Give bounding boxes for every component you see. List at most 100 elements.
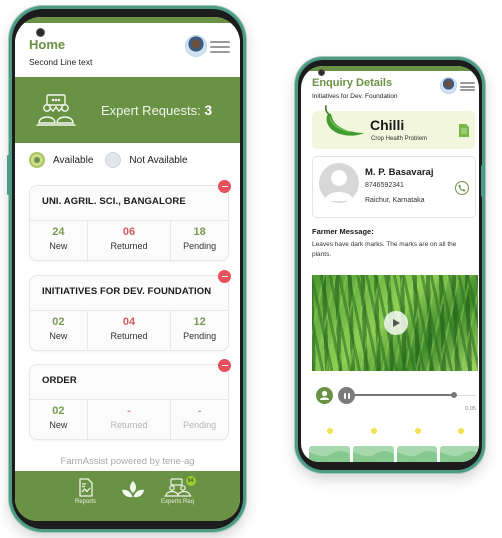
nav-experts-req[interactable]: 04 Experts Req (161, 476, 196, 505)
phone-icon (458, 184, 466, 192)
stat-value: 04 (122, 316, 136, 328)
phone-side-button (243, 190, 246, 228)
stat-value: 06 (122, 226, 136, 238)
footer-brand: FarmAssist powered by tene-ag (60, 456, 195, 467)
stat-new[interactable]: 02 New (30, 311, 88, 350)
crop-video[interactable] (312, 275, 478, 371)
audio-scrubber[interactable] (450, 392, 457, 398)
org-stats: 02 New - Returned - Pending (30, 399, 228, 439)
message-title: Farmer Message: (312, 227, 374, 236)
stat-returned[interactable]: 06 Returned (88, 221, 172, 260)
page-title: Enquiry Details (312, 77, 393, 89)
farmer-card: M. P. Basavaraj 8746592341 Raichur, Karn… (312, 156, 476, 218)
stat-label: Returned (110, 331, 148, 341)
message-text: Leaves have dark marks. The marks are on… (312, 241, 457, 258)
chilli-icon (324, 105, 364, 136)
stat-label: New (49, 331, 68, 341)
remove-org-button[interactable] (218, 180, 231, 193)
org-card[interactable]: ORDER 02 New - Returned - Pending (29, 359, 231, 440)
hamburger-menu-icon[interactable] (210, 41, 230, 53)
image-thumbnail[interactable] (396, 428, 438, 462)
farmer-phone: 8746592341 (365, 182, 404, 189)
stat-value: - (197, 405, 202, 417)
image-thumbnail[interactable] (440, 428, 479, 462)
nav-label: Experts Req (161, 499, 195, 505)
user-silhouette-icon (325, 170, 353, 201)
org-stats: 24 New 06 Returned 18 Pending (30, 220, 228, 260)
bottom-nav: Reports 04 Experts Req (15, 471, 240, 521)
stat-new[interactable]: 24 New (30, 221, 88, 260)
not-available-label: Not Available (129, 154, 188, 166)
available-radio[interactable] (29, 152, 45, 168)
home-screen: Home Second Line text Expert Requests: 3… (15, 17, 240, 521)
stat-returned[interactable]: 04 Returned (88, 311, 172, 350)
farmer-location: Raichur, Karnataka (365, 197, 425, 204)
enquiry-screen: Enquiry Details Initiatives for Dev. Fou… (301, 66, 479, 462)
status-strip (301, 66, 479, 71)
crop-problem: Crop Health Problem (371, 136, 428, 142)
stat-label: Pending (183, 420, 217, 430)
audio-player: 0.05 (312, 387, 478, 417)
stat-label: Pending (183, 241, 217, 251)
image-thumbnails (309, 428, 479, 462)
image-placeholder-icon (327, 428, 333, 434)
org-card[interactable]: INITIATIVES FOR DEV. FOUNDATION 02 New 0… (29, 270, 231, 351)
stat-value: - (127, 405, 131, 417)
stat-value: 18 (193, 226, 206, 238)
hamburger-menu-icon[interactable] (460, 82, 475, 91)
stat-label: Returned (110, 241, 148, 251)
front-camera (36, 28, 45, 37)
audio-time: 0.05 (465, 406, 476, 412)
availability-toggle: Available Not Available (29, 152, 188, 168)
nav-home[interactable] (121, 481, 145, 501)
stat-label: New (49, 241, 68, 251)
stat-new[interactable]: 02 New (30, 400, 88, 439)
stat-label: Pending (183, 331, 217, 341)
available-label: Available (53, 154, 94, 166)
image-thumbnail[interactable] (352, 428, 394, 462)
image-thumbnail[interactable] (309, 428, 350, 462)
expert-requests-banner[interactable]: Expert Requests: 3 (15, 77, 240, 143)
audio-track[interactable] (352, 392, 476, 398)
crop-name: Chilli (370, 117, 405, 133)
stat-label: Returned (110, 420, 148, 430)
expert-requests-count: 3 (204, 102, 213, 118)
stat-pending[interactable]: 18 Pending (171, 221, 228, 260)
image-placeholder-icon (370, 428, 377, 434)
stat-value: 24 (52, 226, 65, 238)
remove-org-button[interactable] (218, 359, 231, 372)
org-name: INITIATIVES FOR DEV. FOUNDATION (42, 286, 212, 297)
expert-group-icon (36, 94, 76, 126)
audio-sender-avatar (316, 387, 333, 404)
page-title: Home (29, 37, 66, 52)
call-button[interactable] (455, 181, 469, 195)
stat-pending[interactable]: 12 Pending (171, 311, 228, 350)
not-available-radio[interactable] (105, 152, 122, 168)
app-header (15, 23, 240, 81)
image-placeholder-icon (414, 428, 421, 434)
play-button[interactable] (384, 311, 408, 335)
stat-value: 02 (52, 405, 65, 417)
user-avatar[interactable] (440, 77, 457, 94)
document-icon[interactable] (459, 124, 469, 137)
nav-reports[interactable]: Reports (75, 478, 96, 505)
org-card[interactable]: UNI. AGRIL. SCI., BANGALORE 24 New 06 Re… (29, 180, 231, 261)
user-icon (320, 390, 329, 400)
expert-requests-label: Expert Requests: 3 (101, 102, 212, 118)
audio-progress (352, 394, 454, 396)
remove-org-button[interactable] (218, 270, 231, 283)
expert-requests-text: Expert Requests: (101, 103, 201, 118)
stat-returned[interactable]: - Returned (88, 400, 172, 439)
image-placeholder-icon (458, 428, 465, 434)
stat-value: 12 (193, 316, 206, 328)
user-avatar[interactable] (185, 35, 207, 57)
crop-card: Chilli Crop Health Problem (312, 105, 475, 149)
pause-button[interactable] (338, 387, 355, 404)
farmer-avatar (319, 163, 359, 203)
nav-label: Reports (75, 499, 97, 505)
page-subtitle: Second Line text (29, 57, 93, 67)
stat-pending[interactable]: - Pending (171, 400, 228, 439)
stat-value: 02 (52, 316, 65, 328)
org-name: UNI. AGRIL. SCI., BANGALORE (42, 196, 186, 207)
org-name: ORDER (42, 375, 77, 386)
